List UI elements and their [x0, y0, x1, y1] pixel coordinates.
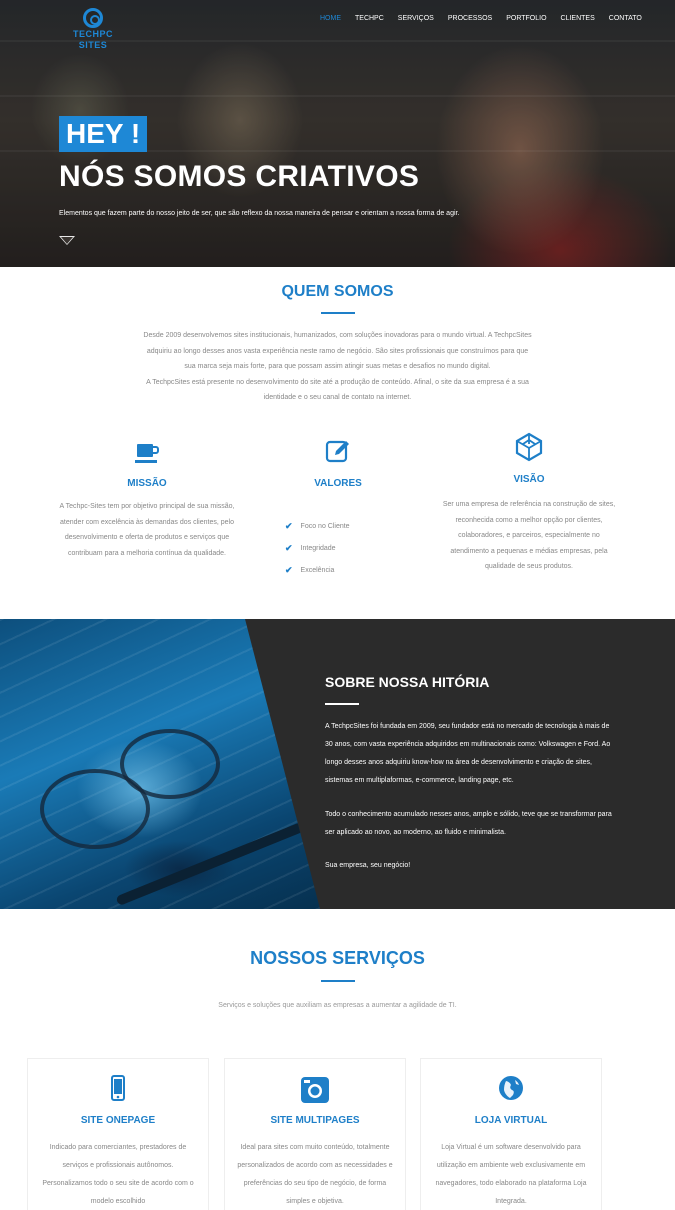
- history-paragraph-3: Sua empresa, seu negócio!: [325, 862, 411, 869]
- camera-icon: [301, 1077, 329, 1103]
- site-logo[interactable]: TECHPC SITES: [68, 8, 118, 54]
- service-card-multipages[interactable]: SITE MULTIPAGES Ideal para sites com mui…: [224, 1058, 406, 1210]
- feature-visao-title: VISÃO: [513, 474, 545, 485]
- service-card-onepage[interactable]: SITE ONEPAGE Indicado para comerciantes,…: [27, 1058, 209, 1210]
- history-paragraph-1: A TechpcSites foi fundada em 2009, seu f…: [325, 723, 611, 784]
- mobile-phone-icon: [111, 1075, 125, 1101]
- edit-icon: [325, 440, 349, 463]
- history-title-underline: [325, 703, 359, 705]
- service-card-text: Ideal para sites com muito conteúdo, tot…: [237, 1144, 393, 1205]
- service-card-title: LOJA VIRTUAL: [474, 1115, 548, 1126]
- feature-visao: VISÃO Ser uma empresa de referência na c…: [434, 432, 624, 575]
- hero-badge: HEY !: [59, 116, 148, 152]
- feature-missao-title: MISSÃO: [127, 478, 167, 489]
- nav-item-clientes[interactable]: CLIENTES: [561, 15, 595, 22]
- valores-list: ✔ Foco no Cliente ✔ Integridade ✔ Excelênci…: [285, 515, 433, 581]
- nav-item-home[interactable]: HOME: [320, 15, 341, 22]
- feature-valores-title: VALORES: [314, 478, 362, 489]
- check-icon: ✔: [285, 520, 293, 531]
- hero-subtitle: Elementos que fazem parte do nosso jeito…: [59, 210, 460, 217]
- laptop-glasses-image: [0, 619, 320, 909]
- feature-visao-text: Ser uma empresa de referência na constru…: [442, 501, 616, 570]
- service-card-title: SITE MULTIPAGES: [270, 1115, 360, 1126]
- main-nav: HOME TECHPC SERVIÇOS PROCESSOS PORTFOLIO…: [320, 15, 656, 22]
- check-icon: ✔: [285, 542, 293, 553]
- service-card-text: Loja Virtual é um software desenvolvido …: [435, 1144, 587, 1205]
- list-item: ✔ Integridade: [285, 542, 336, 553]
- feature-missao: MISSÃO A Techpc-Sites tem por objetivo p…: [52, 440, 242, 561]
- about-title-underline: [321, 312, 355, 314]
- services-title-underline: [321, 980, 355, 982]
- scroll-down-icon[interactable]: [59, 236, 75, 245]
- feature-missao-text: A Techpc-Sites tem por objetivo principa…: [59, 503, 235, 557]
- logo-text-line1: TECHPC: [72, 29, 113, 39]
- service-card-text: Indicado para comerciantes, prestadores …: [42, 1144, 194, 1205]
- nav-item-techpc[interactable]: TECHPC: [355, 15, 384, 22]
- nav-item-processos[interactable]: PROCESSOS: [448, 15, 492, 22]
- service-card-loja-virtual[interactable]: LOJA VIRTUAL Loja Virtual é um software …: [420, 1058, 602, 1210]
- services-title: NOSSOS SERVIÇOS: [250, 948, 425, 968]
- nav-item-servicos[interactable]: SERVIÇOS: [398, 15, 434, 22]
- feature-valores: VALORES ✔ Foco no Cliente ✔ Integridade ✔ E…: [243, 438, 433, 581]
- service-card-title: SITE ONEPAGE: [80, 1115, 156, 1126]
- hero-title: NÓS SOMOS CRIATIVOS: [59, 160, 420, 193]
- coffee-cup-icon: [135, 444, 159, 463]
- history-paragraph-2: Todo o conhecimento acumulado nesses ano…: [325, 811, 612, 836]
- logo-text-line2: SITES: [78, 40, 108, 50]
- logo-icon: [83, 8, 103, 28]
- about-text: Desde 2009 desenvolvemos sites instituci…: [143, 332, 532, 401]
- list-item: ✔ Excelência: [285, 564, 335, 575]
- check-icon: ✔: [285, 564, 293, 575]
- services-intro: Serviços e soluções que auxiliam as empr…: [218, 1002, 457, 1009]
- nav-item-contato[interactable]: CONTATO: [609, 15, 642, 22]
- history-title: SOBRE NOSSA HITÓRIA: [325, 674, 490, 690]
- cube-icon: [515, 432, 543, 462]
- list-item: ✔ Foco no Cliente: [285, 520, 350, 531]
- globe-icon: [499, 1076, 523, 1100]
- about-title: QUEM SOMOS: [281, 283, 394, 300]
- nav-item-portfolio[interactable]: PORTFOLIO: [506, 15, 546, 22]
